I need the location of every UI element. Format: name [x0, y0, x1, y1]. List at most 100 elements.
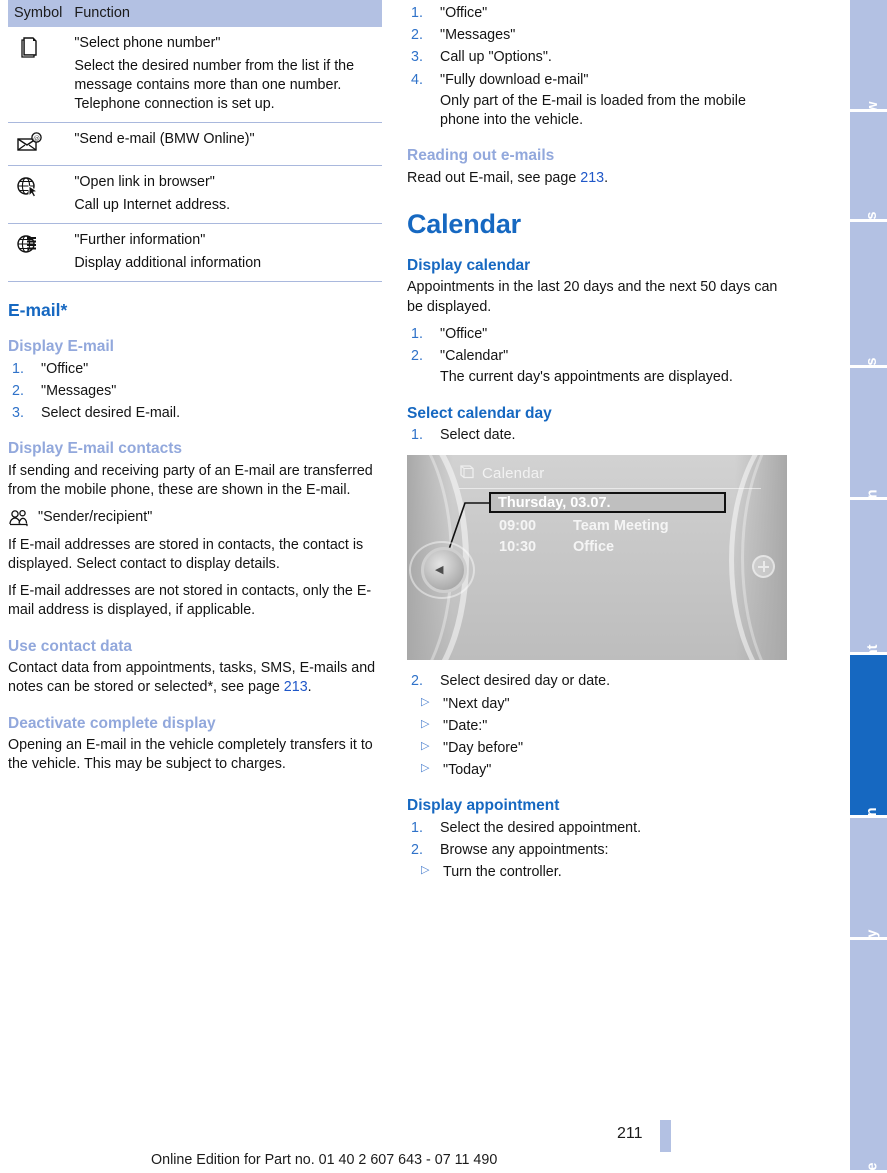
globe-cursor-icon [14, 174, 44, 200]
chapter-title-calendar: Calendar [407, 209, 521, 240]
tab-label: Reference [865, 1162, 881, 1170]
page-reference-link[interactable]: 213 [284, 679, 308, 695]
select-calendar-day-step1: Select date. [407, 426, 787, 445]
globe-lines-icon [14, 232, 44, 258]
two-people-icon [8, 509, 34, 527]
select-calendar-day-options: "Next day" "Date:" "Day before" "Today" [407, 695, 787, 781]
paragraph: Contact data from appointments, tasks, S… [8, 659, 388, 697]
function-desc: Display additional information [74, 255, 262, 272]
list-item: Browse any appointments: [411, 841, 609, 860]
list-item: Select desired E-mail. [12, 404, 181, 423]
list-item: "Office" [12, 360, 89, 379]
table-row: "Select phone number" Select the desired… [8, 27, 382, 124]
paragraph-text-a: Contact data from appointments, tasks, S… [8, 660, 376, 696]
display-appointment-steps: Select the desired appointment. Browse a… [407, 819, 787, 861]
function-cell: "Open link in browser" Call up Internet … [68, 165, 382, 225]
list-item: Select desired day or date. [411, 672, 611, 691]
tab-label: Controls [865, 211, 881, 219]
page-number: 211 [617, 1125, 643, 1142]
paragraph: Appointments in the last 20 days and the… [407, 279, 778, 315]
tab-label: Navigation [865, 489, 881, 497]
tab-label: Entertainment [865, 644, 881, 652]
heading-display-appointment: Display appointment [407, 797, 560, 815]
display-calendar-steps: "Office" "Calendar" The current day's ap… [407, 325, 787, 388]
heading-display-email-contacts: Display E-mail contacts [8, 440, 183, 458]
tab-entertainment[interactable]: Entertainment [850, 500, 887, 655]
list-item: "Date:" [407, 717, 787, 736]
symbol-cell: @ [8, 122, 69, 167]
table-row: "Further information" Display additional… [8, 223, 382, 283]
page-marker-bar [660, 1120, 671, 1152]
tab-driving-hints[interactable]: Driving hints [850, 222, 887, 368]
paragraph: If E-mail addresses are not stored in co… [8, 583, 372, 619]
tab-label: Driving hints [865, 357, 881, 365]
list-item: "Messages" [411, 26, 516, 45]
paragraph: Opening an E-mail in the vehicle complet… [8, 737, 373, 773]
svg-text:@: @ [33, 135, 40, 143]
heading-use-contact-data: Use contact data [8, 637, 133, 655]
list-item: "Day before" [407, 739, 787, 758]
tab-controls[interactable]: Controls [850, 112, 887, 222]
select-calendar-day-step2: Select desired day or date. [407, 672, 787, 691]
paragraph-text-a: Read out E-mail, see page [407, 169, 581, 186]
list-item: "Office" [411, 325, 488, 344]
list-item: Call up "Options". [411, 48, 552, 67]
paragraph-text-b: . [604, 169, 609, 186]
paragraph: Read out E-mail, see page 213. [407, 169, 787, 188]
list-item: "Fully download e-mail" Only part of the… [407, 71, 787, 131]
heading-display-email: Display E-mail [8, 338, 114, 356]
heading-reading-out-emails: Reading out e-mails [407, 147, 555, 165]
heading-select-calendar-day: Select calendar day [407, 404, 552, 422]
idrive-calendar-screenshot: Calendar Thursday, 03.07. 09:00 Team Mee… [407, 455, 787, 661]
heading-deactivate-complete-display: Deactivate complete display [8, 714, 216, 732]
function-cell: "Send e-mail (BMW Online)" [68, 122, 382, 167]
sender-recipient-label: "Sender/recipient" [38, 509, 153, 526]
tab-label: Mobility [865, 929, 881, 937]
left-column: Symbol Function "Select phone number" Se… [8, 0, 388, 775]
paragraph: If sending and receiving party of an E-m… [8, 462, 373, 499]
tab-overview[interactable]: Overview [850, 0, 887, 112]
function-cell: "Further information" Display additional… [68, 223, 382, 283]
function-cell: "Select phone number" Select the desired… [68, 27, 382, 124]
list-item: Turn the controller. [407, 863, 787, 882]
symbol-cell [8, 165, 69, 225]
tab-navigation[interactable]: Navigation [850, 368, 887, 500]
list-item-label: "Calendar" [440, 348, 509, 365]
display-email-steps: "Office" "Messages" Select desired E-mai… [8, 360, 388, 424]
chapter-tab-rail: Overview Controls Driving hints Navigati… [850, 0, 887, 1173]
list-item-sub: Only part of the E-mail is loaded from t… [440, 92, 746, 129]
paragraph-text-b: . [307, 679, 312, 696]
heading-display-calendar: Display calendar [407, 256, 531, 274]
list-item: "Calendar" The current day's appointment… [407, 347, 787, 387]
deactivate-display-steps: "Office" "Messages" Call up "Options". "… [407, 4, 787, 130]
list-item: Select date. [411, 426, 516, 445]
right-column: "Office" "Messages" Call up "Options". "… [407, 0, 787, 886]
tab-communication[interactable]: Communication [850, 655, 887, 818]
display-appointment-options: Turn the controller. [407, 863, 787, 882]
paragraph: If E-mail addresses are stored in contac… [8, 536, 364, 572]
envelope-at-icon: @ [14, 131, 44, 157]
tab-label: Overview [865, 101, 881, 109]
column-header-function: Function [68, 0, 382, 28]
list-item: Select the desired appointment. [411, 819, 642, 838]
table-header-row: Symbol Function [8, 0, 382, 28]
list-item-sub: The current day's appointments are displ… [440, 369, 733, 386]
function-title: "Further information" [74, 232, 206, 249]
tab-reference[interactable]: Reference [850, 940, 887, 1170]
table-row: @ "Send e-mail (BMW Online)" [8, 122, 382, 167]
list-item: "Messages" [12, 382, 117, 401]
tab-label: Communication [865, 807, 881, 815]
function-title: "Select phone number" [74, 35, 221, 52]
symbol-cell [8, 223, 69, 283]
list-item: "Next day" [407, 695, 787, 714]
symbol-function-table: Symbol Function "Select phone number" Se… [8, 0, 382, 283]
edition-footer: Online Edition for Part no. 01 40 2 607 … [151, 1152, 498, 1168]
manual-page: Symbol Function "Select phone number" Se… [0, 0, 887, 1173]
stacked-pages-icon [14, 35, 44, 61]
function-desc: Call up Internet address. [74, 197, 231, 214]
list-item: "Today" [407, 761, 787, 780]
page-reference-link[interactable]: 213 [580, 170, 604, 186]
function-title: "Send e-mail (BMW Online)" [74, 131, 255, 148]
left-arrow-knob-icon[interactable] [421, 547, 467, 594]
tab-mobility[interactable]: Mobility [850, 818, 887, 940]
